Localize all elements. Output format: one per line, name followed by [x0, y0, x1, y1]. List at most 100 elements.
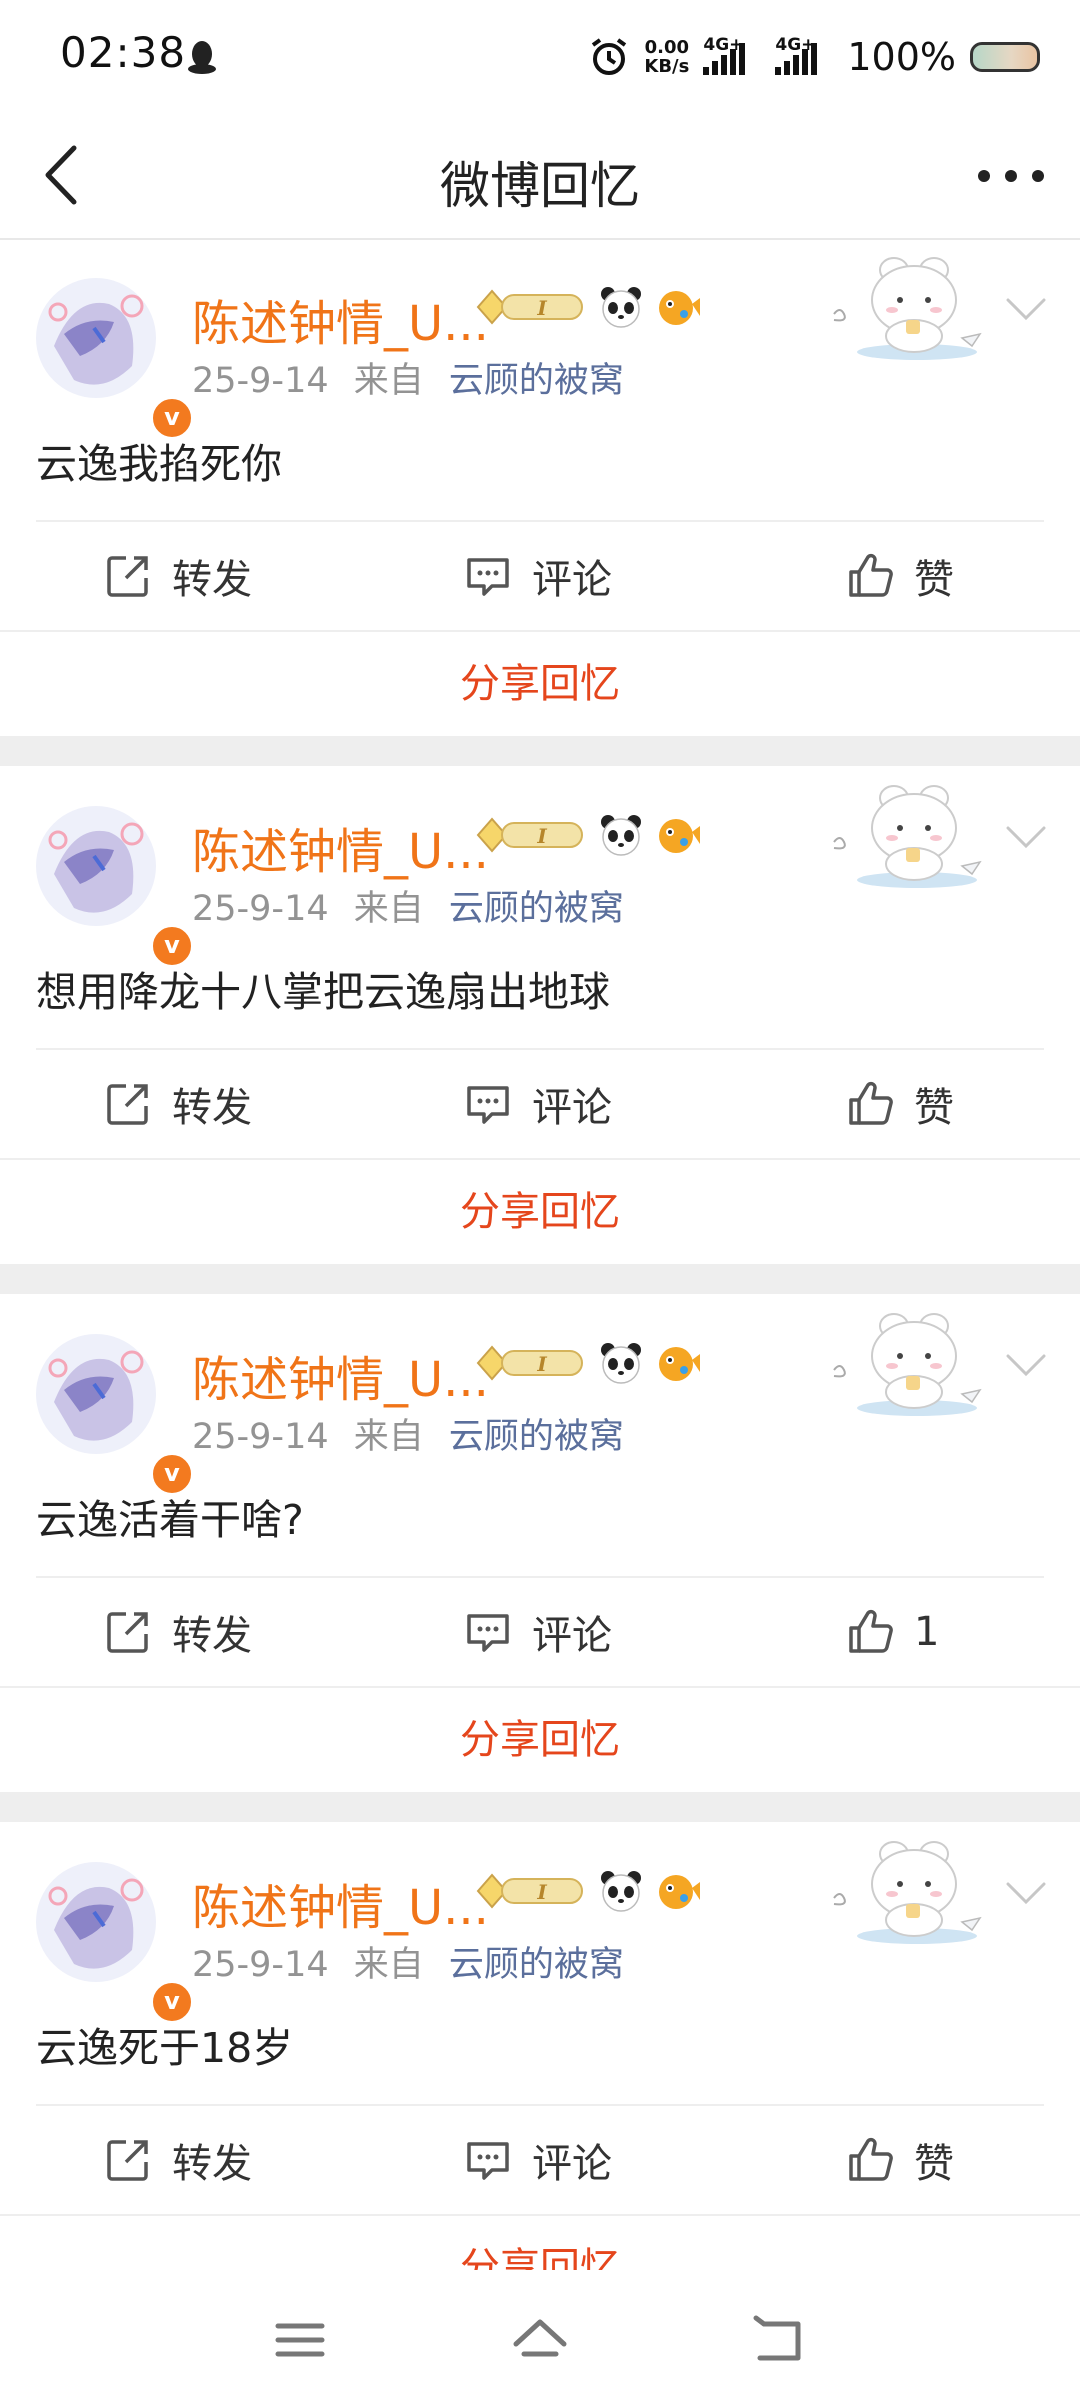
from-label: 来自	[353, 361, 424, 401]
vip-level-badge-icon: I	[476, 817, 583, 853]
username[interactable]: 陈述钟情_U...	[192, 812, 489, 882]
back-nav-icon[interactable]	[752, 2314, 808, 2366]
svg-text:I: I	[536, 1352, 547, 1376]
home-icon[interactable]	[512, 2314, 568, 2366]
username[interactable]: 陈述钟情_U...	[192, 1340, 489, 1410]
panda-emoji-icon	[601, 1343, 641, 1384]
post-date: 25-9-14	[192, 1945, 329, 1985]
vip-level-badge-icon: I	[476, 289, 583, 325]
source-link[interactable]: 云顾的被窝	[449, 361, 624, 401]
battery-icon	[970, 42, 1040, 72]
user-badges: I	[472, 1868, 702, 1914]
post-card: v 陈述钟情_U... I 25-9-14 来自	[0, 768, 1080, 1264]
vip-level-badge-icon: I	[476, 1345, 583, 1381]
avatar-image	[36, 1862, 156, 1982]
like-button[interactable]: 1	[846, 1578, 939, 1686]
thumbs-up-icon	[849, 2137, 893, 2181]
like-label: 赞	[914, 2141, 954, 2187]
post-actions: 转发 评论 1	[0, 1578, 1080, 1686]
signal-2: 4G+	[775, 35, 833, 75]
like-label: 1	[914, 1609, 940, 1655]
chevron-down-icon[interactable]	[1004, 1878, 1048, 1908]
repost-button[interactable]: 转发	[104, 1578, 252, 1686]
from-label: 来自	[353, 1945, 424, 1985]
like-button[interactable]: 赞	[846, 2106, 954, 2214]
chevron-down-icon[interactable]	[1004, 822, 1048, 852]
comment-button[interactable]: 评论	[464, 522, 612, 630]
thumbs-up-icon	[849, 1081, 893, 1125]
post-date: 25-9-14	[192, 361, 329, 401]
share-memory-button[interactable]: 分享回忆	[0, 1688, 1080, 1792]
post-actions: 转发 评论 赞	[0, 1050, 1080, 1158]
source-link[interactable]: 云顾的被窝	[449, 1417, 624, 1457]
post-gap	[0, 1792, 1080, 1822]
share-memory-button[interactable]: 分享回忆	[0, 632, 1080, 736]
status-bar: 02:38 0.00 KB/s 4G+ 4G+ 100%	[0, 0, 1080, 112]
repost-label: 转发	[172, 557, 252, 603]
pufferfish-emoji-icon	[659, 1875, 700, 1909]
chevron-down-icon[interactable]	[1004, 294, 1048, 324]
comment-label: 评论	[532, 557, 612, 603]
like-button[interactable]: 赞	[846, 522, 954, 630]
share-memory-button[interactable]: 分享回忆	[0, 1160, 1080, 1264]
username[interactable]: 陈述钟情_U...	[192, 284, 489, 354]
comment-icon	[467, 1086, 509, 1124]
username[interactable]: 陈述钟情_U...	[192, 1868, 489, 1938]
avatar[interactable]: v	[34, 804, 194, 968]
comment-label: 评论	[532, 2141, 612, 2187]
post-date: 25-9-14	[192, 1417, 329, 1457]
svg-text:I: I	[536, 296, 547, 320]
svg-text:I: I	[536, 824, 547, 848]
system-nav-bar	[0, 2270, 1080, 2400]
more-dots-icon[interactable]	[976, 158, 1046, 194]
repost-button[interactable]: 转发	[104, 2106, 252, 2214]
repost-button[interactable]: 转发	[104, 1050, 252, 1158]
panda-emoji-icon	[601, 815, 641, 856]
bunny-sticker-icon	[833, 785, 982, 888]
post-card: v 陈述钟情_U... I 25-9-14 来自	[0, 1824, 1080, 2270]
source-link[interactable]: 云顾的被窝	[449, 1945, 624, 1985]
post-card: v 陈述钟情_U... I 25-9-14 来自	[0, 1296, 1080, 1792]
post-meta: 25-9-14 来自 云顾的被窝	[192, 1408, 624, 1459]
avatar[interactable]: v	[34, 1860, 194, 2024]
repost-label: 转发	[172, 1613, 252, 1659]
avatar[interactable]: v	[34, 1332, 194, 1496]
thumbs-up-icon	[849, 553, 893, 597]
panda-emoji-icon	[601, 287, 641, 328]
menu-lines-icon[interactable]	[272, 2314, 328, 2366]
chevron-down-icon[interactable]	[1004, 1350, 1048, 1380]
comment-button[interactable]: 评论	[464, 1578, 612, 1686]
repost-button[interactable]: 转发	[104, 522, 252, 630]
repost-icon	[107, 2140, 148, 2181]
repost-label: 转发	[172, 1085, 252, 1131]
post-content: 云逸我掐死你	[36, 440, 282, 488]
from-label: 来自	[353, 1417, 424, 1457]
post-actions: 转发 评论 赞	[0, 2106, 1080, 2214]
page-title: 微博回忆	[440, 157, 640, 215]
repost-icon	[107, 1084, 148, 1125]
comment-icon	[467, 2142, 509, 2180]
like-button[interactable]: 赞	[846, 1050, 954, 1158]
comment-label: 评论	[532, 1085, 612, 1131]
post-actions: 转发 评论 赞	[0, 522, 1080, 630]
qq-penguin-icon	[188, 41, 216, 74]
thumbs-up-icon	[849, 1609, 893, 1653]
comment-button[interactable]: 评论	[464, 1050, 612, 1158]
bunny-sticker-icon	[833, 257, 982, 360]
user-badges: I	[472, 812, 702, 858]
comment-button[interactable]: 评论	[464, 2106, 612, 2214]
source-link[interactable]: 云顾的被窝	[449, 889, 624, 929]
bunny-sticker-icon	[833, 1841, 982, 1944]
like-label: 赞	[914, 1085, 954, 1131]
avatar[interactable]: v	[34, 276, 194, 440]
from-label: 来自	[353, 889, 424, 929]
post-meta: 25-9-14 来自 云顾的被窝	[192, 1936, 624, 1987]
battery-percent: 100%	[847, 35, 956, 79]
repost-icon	[107, 1612, 148, 1653]
post-gap	[0, 1264, 1080, 1294]
comment-icon	[467, 558, 509, 596]
post-meta: 25-9-14 来自 云顾的被窝	[192, 352, 624, 403]
comment-icon	[467, 1614, 509, 1652]
post-card: v 陈述钟情_U... I 25-9-14 来自	[0, 240, 1080, 736]
share-memory-button[interactable]: 分享回忆	[0, 2216, 1080, 2270]
